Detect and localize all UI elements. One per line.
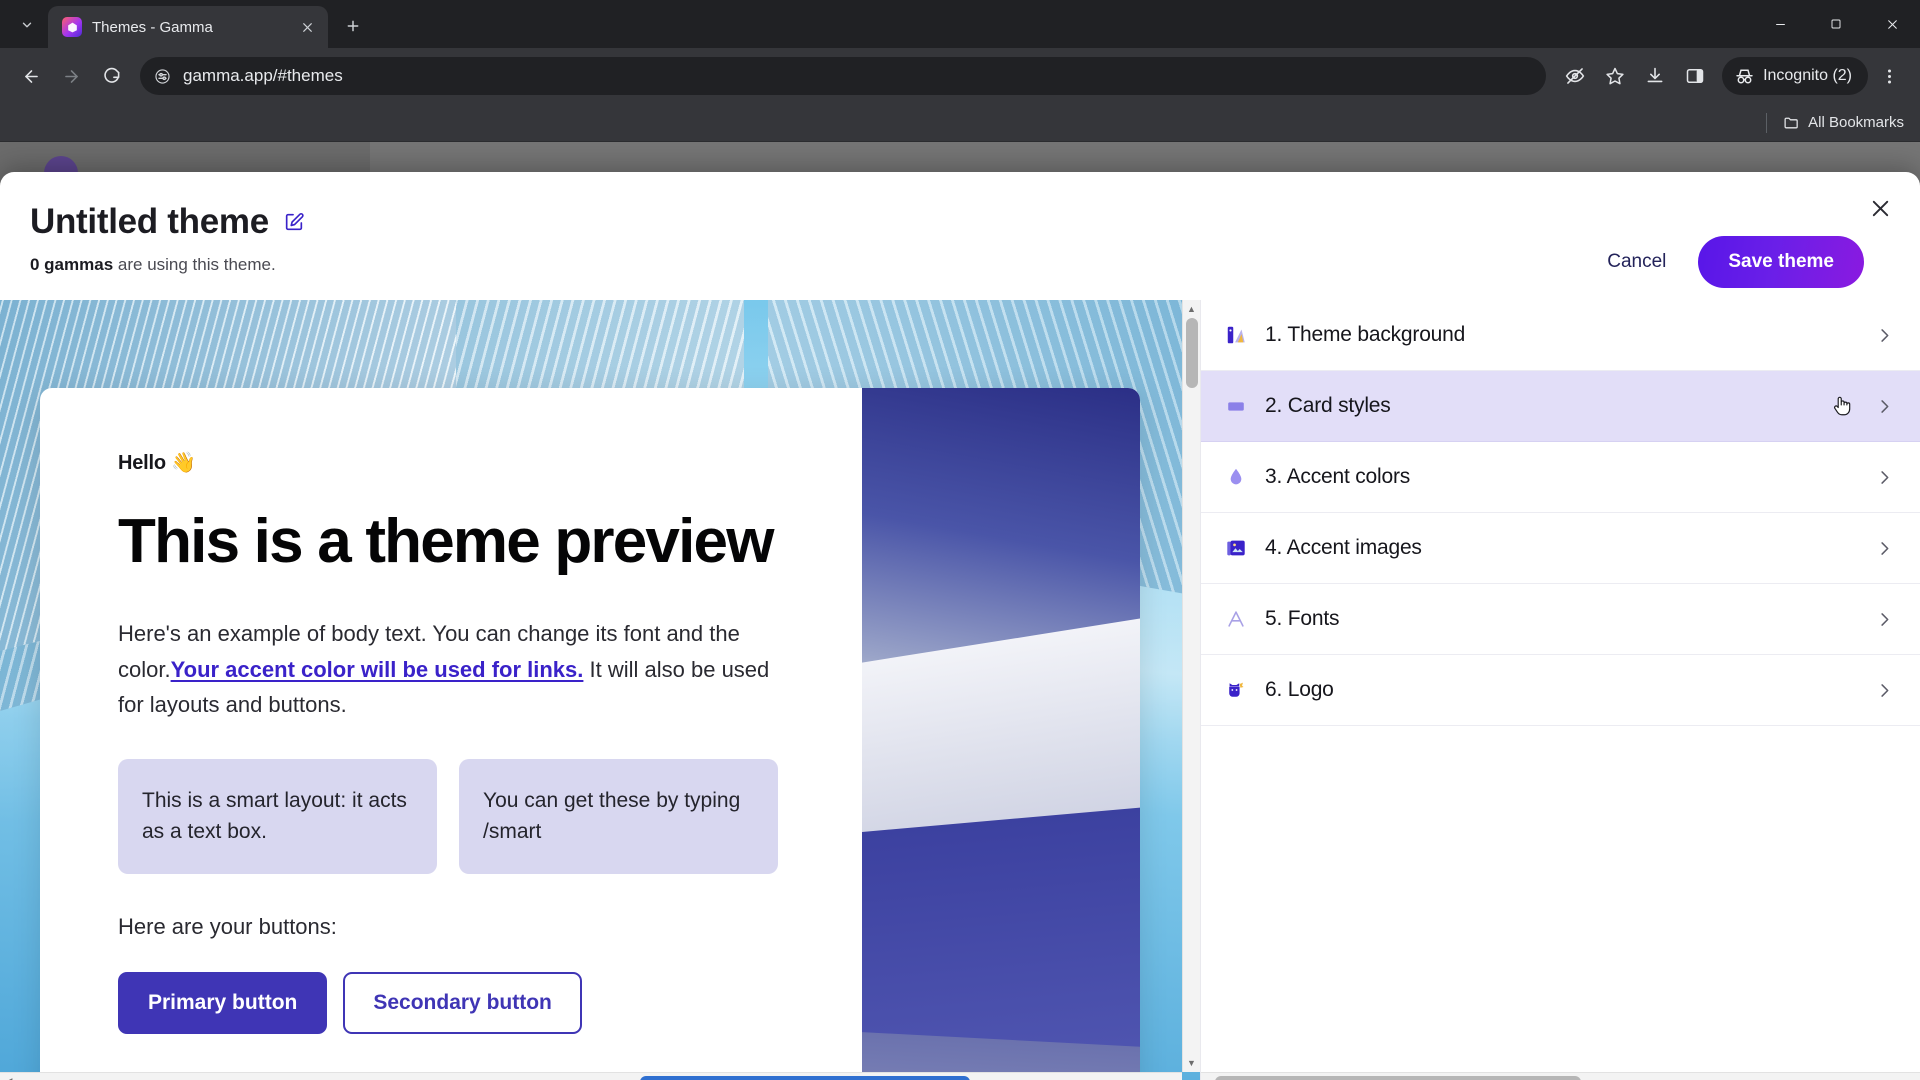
sidebar-item-label: 6. Logo [1265, 678, 1334, 701]
sidebar-item-label: 1. Theme background [1265, 323, 1466, 346]
address-bar[interactable]: gamma.app/#themes [140, 57, 1547, 95]
all-bookmarks-label: All Bookmarks [1808, 114, 1904, 131]
secondary-button[interactable]: Secondary button [343, 971, 582, 1034]
sidebar-item-accent-images[interactable]: 4. Accent images [1201, 513, 1920, 584]
preview-greeting: Hello 👋 [118, 452, 196, 474]
horizontal-scroll-thumb[interactable] [1215, 1076, 1581, 1080]
preview-card: Hello 👋 This is a theme preview Here's a… [40, 388, 1140, 1080]
cancel-button[interactable]: Cancel [1601, 241, 1672, 283]
preview-heading: This is a theme preview [118, 507, 774, 576]
maximize-button[interactable] [1808, 0, 1864, 48]
card-square-icon [1223, 393, 1249, 419]
modal-header: Untitled theme 0 gammas are using this t… [0, 172, 1920, 300]
star-icon[interactable] [1596, 57, 1634, 95]
droplet-icon [1223, 464, 1249, 490]
incognito-icon [1734, 66, 1755, 87]
modal-body: Hello 👋 This is a theme preview Here's a… [0, 300, 1920, 1080]
scroll-thumb[interactable] [1186, 318, 1198, 388]
scroll-up-icon[interactable]: ▲ [1187, 300, 1196, 318]
browser-tab[interactable]: Themes - Gamma [48, 6, 328, 48]
preview-body-text: Here's an example of body text. You can … [118, 616, 778, 723]
preview-buttons-row: Primary button Secondary button [118, 971, 806, 1034]
gamma-logo-icon [62, 17, 82, 37]
chevron-right-icon [1875, 539, 1894, 558]
palette-icon [1223, 322, 1249, 348]
url-text: gamma.app/#themes [183, 66, 343, 85]
chevron-right-icon [1875, 468, 1894, 487]
three-dot-menu-icon[interactable] [1870, 57, 1908, 95]
settings-horizontal-scrollbar[interactable] [1201, 1072, 1920, 1080]
preview-buttons-label: Here are your buttons: [118, 913, 337, 939]
eye-off-icon[interactable] [1556, 57, 1594, 95]
page-title: Untitled theme [30, 202, 269, 241]
modal-title-row: Untitled theme [30, 202, 1601, 242]
accent-color-link[interactable]: Your accent color will be used for links… [171, 657, 584, 682]
forward-icon[interactable] [52, 57, 90, 95]
sidebar-item-fonts[interactable]: 5. Fonts [1201, 584, 1920, 655]
download-icon[interactable] [1636, 57, 1674, 95]
tab-search-icon[interactable] [10, 8, 44, 42]
accent-image [862, 388, 1140, 1080]
theme-preview-pane: Hello 👋 This is a theme preview Here's a… [0, 300, 1200, 1080]
tune-icon[interactable] [154, 68, 171, 85]
page-viewport: Untitled theme 0 gammas are using this t… [0, 142, 1920, 1080]
preview-card-text: Hello 👋 This is a theme preview Here's a… [40, 388, 862, 1080]
letter-a-icon [1223, 606, 1249, 632]
scroll-down-icon[interactable]: ▼ [1187, 1054, 1196, 1072]
sidebar-item-label: 2. Card styles [1265, 394, 1391, 417]
smart-layout-box[interactable]: This is a smart layout: it acts as a tex… [118, 758, 437, 874]
side-panel-icon[interactable] [1676, 57, 1714, 95]
profile-label: Incognito (2) [1763, 67, 1852, 84]
save-theme-button[interactable]: Save theme [1698, 236, 1864, 288]
gamma-count: 0 gammas [30, 255, 114, 274]
minimize-button[interactable] [1752, 0, 1808, 48]
primary-button[interactable]: Primary button [118, 971, 328, 1034]
tab-title: Themes - Gamma [92, 18, 213, 36]
chevron-right-icon [1875, 610, 1894, 629]
sidebar-item-label: 4. Accent images [1265, 536, 1422, 559]
tab-strip: Themes - Gamma [0, 0, 1920, 48]
browser-window: Themes - Gamma gamma.app/#themes Incogni… [0, 0, 1920, 1080]
scroll-track[interactable] [1183, 318, 1200, 1054]
theme-editor-modal: Untitled theme 0 gammas are using this t… [0, 172, 1920, 1080]
logo-cat-icon [1223, 677, 1249, 703]
preview-vertical-scrollbar[interactable]: ▲ ▼ [1182, 300, 1200, 1072]
theme-settings-pane: 1. Theme background 2. Card styles 3. Ac… [1200, 300, 1920, 1080]
sidebar-item-logo[interactable]: 6. Logo [1201, 655, 1920, 726]
back-icon[interactable] [12, 57, 50, 95]
smart-layout-box[interactable]: You can get these by typing /smart [459, 758, 778, 874]
sidebar-item-card-styles[interactable]: 2. Card styles [1201, 371, 1920, 442]
folder-icon [1783, 114, 1800, 131]
bookmark-divider [1766, 112, 1768, 133]
browser-toolbar: gamma.app/#themes Incognito (2) [0, 48, 1920, 104]
theme-usage-subtitle: 0 gammas are using this theme. [30, 255, 1601, 275]
image-stack-icon [1223, 535, 1249, 561]
sidebar-item-accent-colors[interactable]: 3. Accent colors [1201, 442, 1920, 513]
modal-actions: Cancel Save theme [1601, 196, 1890, 288]
subtitle-rest: are using this theme. [113, 255, 276, 274]
sidebar-item-label: 5. Fonts [1265, 607, 1340, 630]
horizontal-scroll-thumb[interactable] [640, 1075, 970, 1080]
all-bookmarks-button[interactable]: All Bookmarks [1783, 114, 1904, 131]
modal-header-left: Untitled theme 0 gammas are using this t… [30, 196, 1601, 275]
chevron-right-icon [1875, 397, 1894, 416]
scroll-left-icon[interactable]: ◀ [0, 1076, 18, 1080]
smart-layout-row: This is a smart layout: it acts as a tex… [118, 758, 778, 874]
mouse-pointer-hand-cursor [1829, 393, 1855, 419]
profile-incognito-pill[interactable]: Incognito (2) [1722, 57, 1868, 95]
close-icon[interactable] [296, 16, 318, 38]
chevron-right-icon [1875, 681, 1894, 700]
window-controls [1752, 0, 1920, 48]
preview-horizontal-scrollbar[interactable]: ◀ [0, 1072, 1182, 1080]
edit-pencil-icon[interactable] [283, 211, 305, 233]
new-tab-button[interactable] [336, 9, 370, 43]
chevron-right-icon [1875, 326, 1894, 345]
bookmarks-bar: All Bookmarks [0, 104, 1920, 142]
sidebar-item-label: 3. Accent colors [1265, 465, 1411, 488]
close-icon[interactable] [1862, 190, 1898, 226]
sidebar-item-theme-background[interactable]: 1. Theme background [1201, 300, 1920, 371]
window-close-button[interactable] [1864, 0, 1920, 48]
reload-icon[interactable] [92, 57, 130, 95]
